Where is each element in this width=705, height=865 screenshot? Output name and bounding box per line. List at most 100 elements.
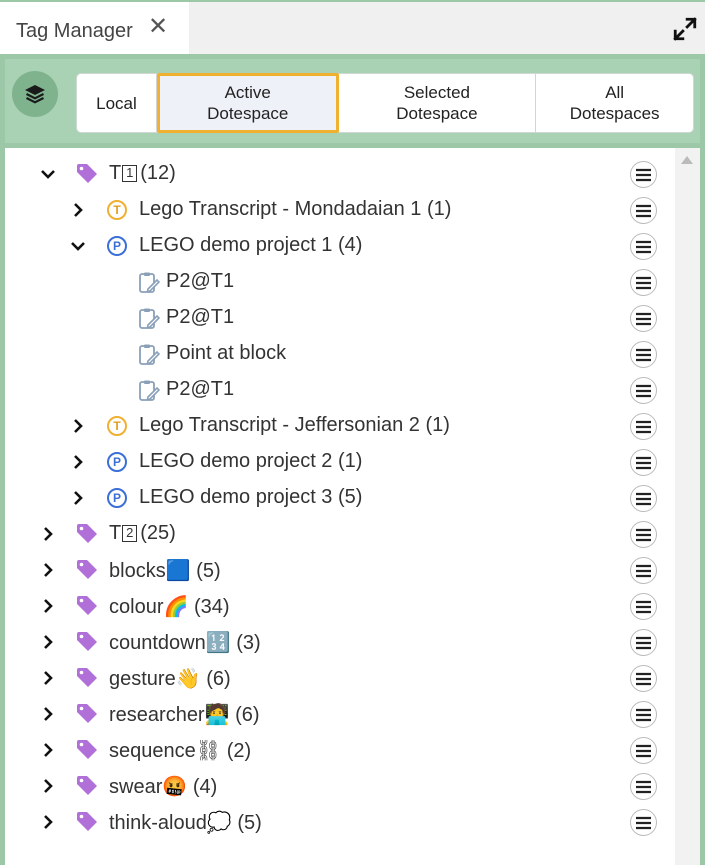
menu-icon bbox=[636, 528, 651, 541]
project-icon: P bbox=[107, 452, 127, 472]
row-menu-button[interactable] bbox=[630, 521, 657, 548]
tree-row[interactable]: countdown🔢 (3) bbox=[5, 624, 675, 660]
vertical-scrollbar[interactable] bbox=[675, 148, 700, 865]
tree-row[interactable]: P LEGO demo project 1 (4) bbox=[5, 228, 675, 264]
chevron-down-icon[interactable] bbox=[69, 237, 87, 255]
row-menu-button[interactable] bbox=[630, 665, 657, 692]
tree-row[interactable]: T 2 (25) bbox=[5, 516, 675, 552]
row-menu-button[interactable] bbox=[630, 593, 657, 620]
tree-row-label: LEGO demo project 1 (4) bbox=[139, 234, 363, 256]
tab-tag-manager[interactable]: Tag Manager ✕ bbox=[0, 2, 189, 54]
chevron-right-icon[interactable] bbox=[39, 597, 57, 615]
tree-row[interactable]: swear🤬 (4) bbox=[5, 768, 675, 804]
tree-row-label: P2@T1 bbox=[166, 378, 235, 400]
row-menu-button[interactable] bbox=[630, 701, 657, 728]
tree-row[interactable]: colour🌈 (34) bbox=[5, 588, 675, 624]
chevron-right-icon[interactable] bbox=[39, 813, 57, 831]
tree-row[interactable]: sequence⛓ (2) bbox=[5, 732, 675, 768]
menu-icon bbox=[636, 564, 651, 577]
tag-name: countdown bbox=[109, 632, 206, 654]
chevron-right-icon[interactable] bbox=[69, 201, 87, 219]
close-icon[interactable]: ✕ bbox=[148, 12, 168, 41]
row-menu-button[interactable] bbox=[630, 773, 657, 800]
tree-row[interactable]: T 1 (12) bbox=[5, 156, 675, 192]
scroll-up-arrow-icon[interactable] bbox=[681, 156, 693, 164]
tag-count: (6) bbox=[235, 704, 260, 726]
project-icon: P bbox=[107, 236, 127, 256]
project-icon: P bbox=[107, 488, 127, 508]
tag-name: T bbox=[109, 162, 122, 184]
chevron-right-icon[interactable] bbox=[39, 561, 57, 579]
tree-row[interactable]: gesture👋 (6) bbox=[5, 660, 675, 696]
tree-row[interactable]: P2@T1 bbox=[5, 372, 675, 408]
menu-icon bbox=[636, 708, 651, 721]
menu-icon bbox=[636, 384, 651, 397]
row-menu-button[interactable] bbox=[630, 413, 657, 440]
tag-emoji: 🌈 bbox=[163, 596, 189, 618]
row-menu-button[interactable] bbox=[630, 269, 657, 296]
tag-name: swear bbox=[109, 776, 163, 798]
tree-row[interactable]: P LEGO demo project 3 (5) bbox=[5, 480, 675, 516]
chevron-right-icon[interactable] bbox=[39, 633, 57, 651]
chevron-right-icon[interactable] bbox=[39, 777, 57, 795]
tree-row[interactable]: think-aloud💭 (5) bbox=[5, 804, 675, 840]
row-menu-button[interactable] bbox=[630, 809, 657, 836]
tag-emoji: 🔢 bbox=[205, 632, 231, 654]
filter-active-dotespace-button[interactable]: Active Dotespace bbox=[156, 73, 339, 133]
menu-icon bbox=[636, 492, 651, 505]
tag-icon bbox=[77, 740, 97, 759]
chevron-right-icon[interactable] bbox=[39, 525, 57, 543]
layers-button[interactable] bbox=[12, 71, 58, 117]
filter-all-dotespaces-button[interactable]: All Dotespaces bbox=[536, 74, 693, 132]
row-menu-button[interactable] bbox=[630, 449, 657, 476]
row-menu-button[interactable] bbox=[630, 197, 657, 224]
expand-icon[interactable] bbox=[672, 16, 698, 42]
tag-number-badge: 2 bbox=[122, 525, 138, 542]
tree-row-label: Lego Transcript - Jeffersonian 2 (1) bbox=[139, 414, 450, 436]
tag-count: (34) bbox=[193, 596, 230, 618]
tag-count: (2) bbox=[226, 740, 252, 762]
row-menu-button[interactable] bbox=[630, 485, 657, 512]
chevron-right-icon[interactable] bbox=[69, 453, 87, 471]
tree-row[interactable]: P2@T1 bbox=[5, 264, 675, 300]
panel-border-right bbox=[700, 148, 705, 865]
tree-row[interactable]: T Lego Transcript - Jeffersonian 2 (1) bbox=[5, 408, 675, 444]
chevron-right-icon[interactable] bbox=[39, 705, 57, 723]
tree-row[interactable]: blocks🟦 (5) bbox=[5, 552, 675, 588]
menu-icon bbox=[636, 744, 651, 757]
row-menu-button[interactable] bbox=[630, 305, 657, 332]
tree-row[interactable]: P LEGO demo project 2 (1) bbox=[5, 444, 675, 480]
tag-emoji: 💭 bbox=[206, 812, 232, 834]
row-menu-button[interactable] bbox=[630, 161, 657, 188]
menu-icon bbox=[636, 456, 651, 469]
tree-row[interactable]: P2@T1 bbox=[5, 300, 675, 336]
tag-count: (5) bbox=[237, 812, 262, 834]
row-menu-button[interactable] bbox=[630, 557, 657, 584]
filter-selected-dotespace-button[interactable]: Selected Dotespace bbox=[339, 74, 537, 132]
chevron-right-icon[interactable] bbox=[69, 417, 87, 435]
row-menu-button[interactable] bbox=[630, 341, 657, 368]
tree-row-label: P2@T1 bbox=[166, 306, 235, 328]
tree-row[interactable]: researcher🧑‍💻 (6) bbox=[5, 696, 675, 732]
tag-name: blocks bbox=[109, 560, 166, 582]
tree-row[interactable]: Point at block bbox=[5, 336, 675, 372]
tag-count: (6) bbox=[206, 668, 231, 690]
chevron-right-icon[interactable] bbox=[69, 489, 87, 507]
row-menu-button[interactable] bbox=[630, 629, 657, 656]
row-menu-button[interactable] bbox=[630, 737, 657, 764]
row-menu-button[interactable] bbox=[630, 377, 657, 404]
menu-icon bbox=[636, 312, 651, 325]
tab-bar: Tag Manager ✕ bbox=[0, 0, 705, 54]
chevron-right-icon[interactable] bbox=[39, 669, 57, 687]
note-icon bbox=[139, 380, 161, 401]
tag-name: colour bbox=[109, 596, 164, 618]
tag-icon bbox=[77, 524, 97, 543]
note-icon bbox=[139, 344, 161, 365]
row-menu-button[interactable] bbox=[630, 233, 657, 260]
tag-number-badge: 1 bbox=[122, 165, 138, 182]
chevron-right-icon[interactable] bbox=[39, 741, 57, 759]
filter-local-button[interactable]: Local bbox=[77, 74, 157, 132]
tree-row[interactable]: T Lego Transcript - Mondadaian 1 (1) bbox=[5, 192, 675, 228]
tag-icon bbox=[77, 812, 97, 831]
chevron-down-icon[interactable] bbox=[39, 165, 57, 183]
